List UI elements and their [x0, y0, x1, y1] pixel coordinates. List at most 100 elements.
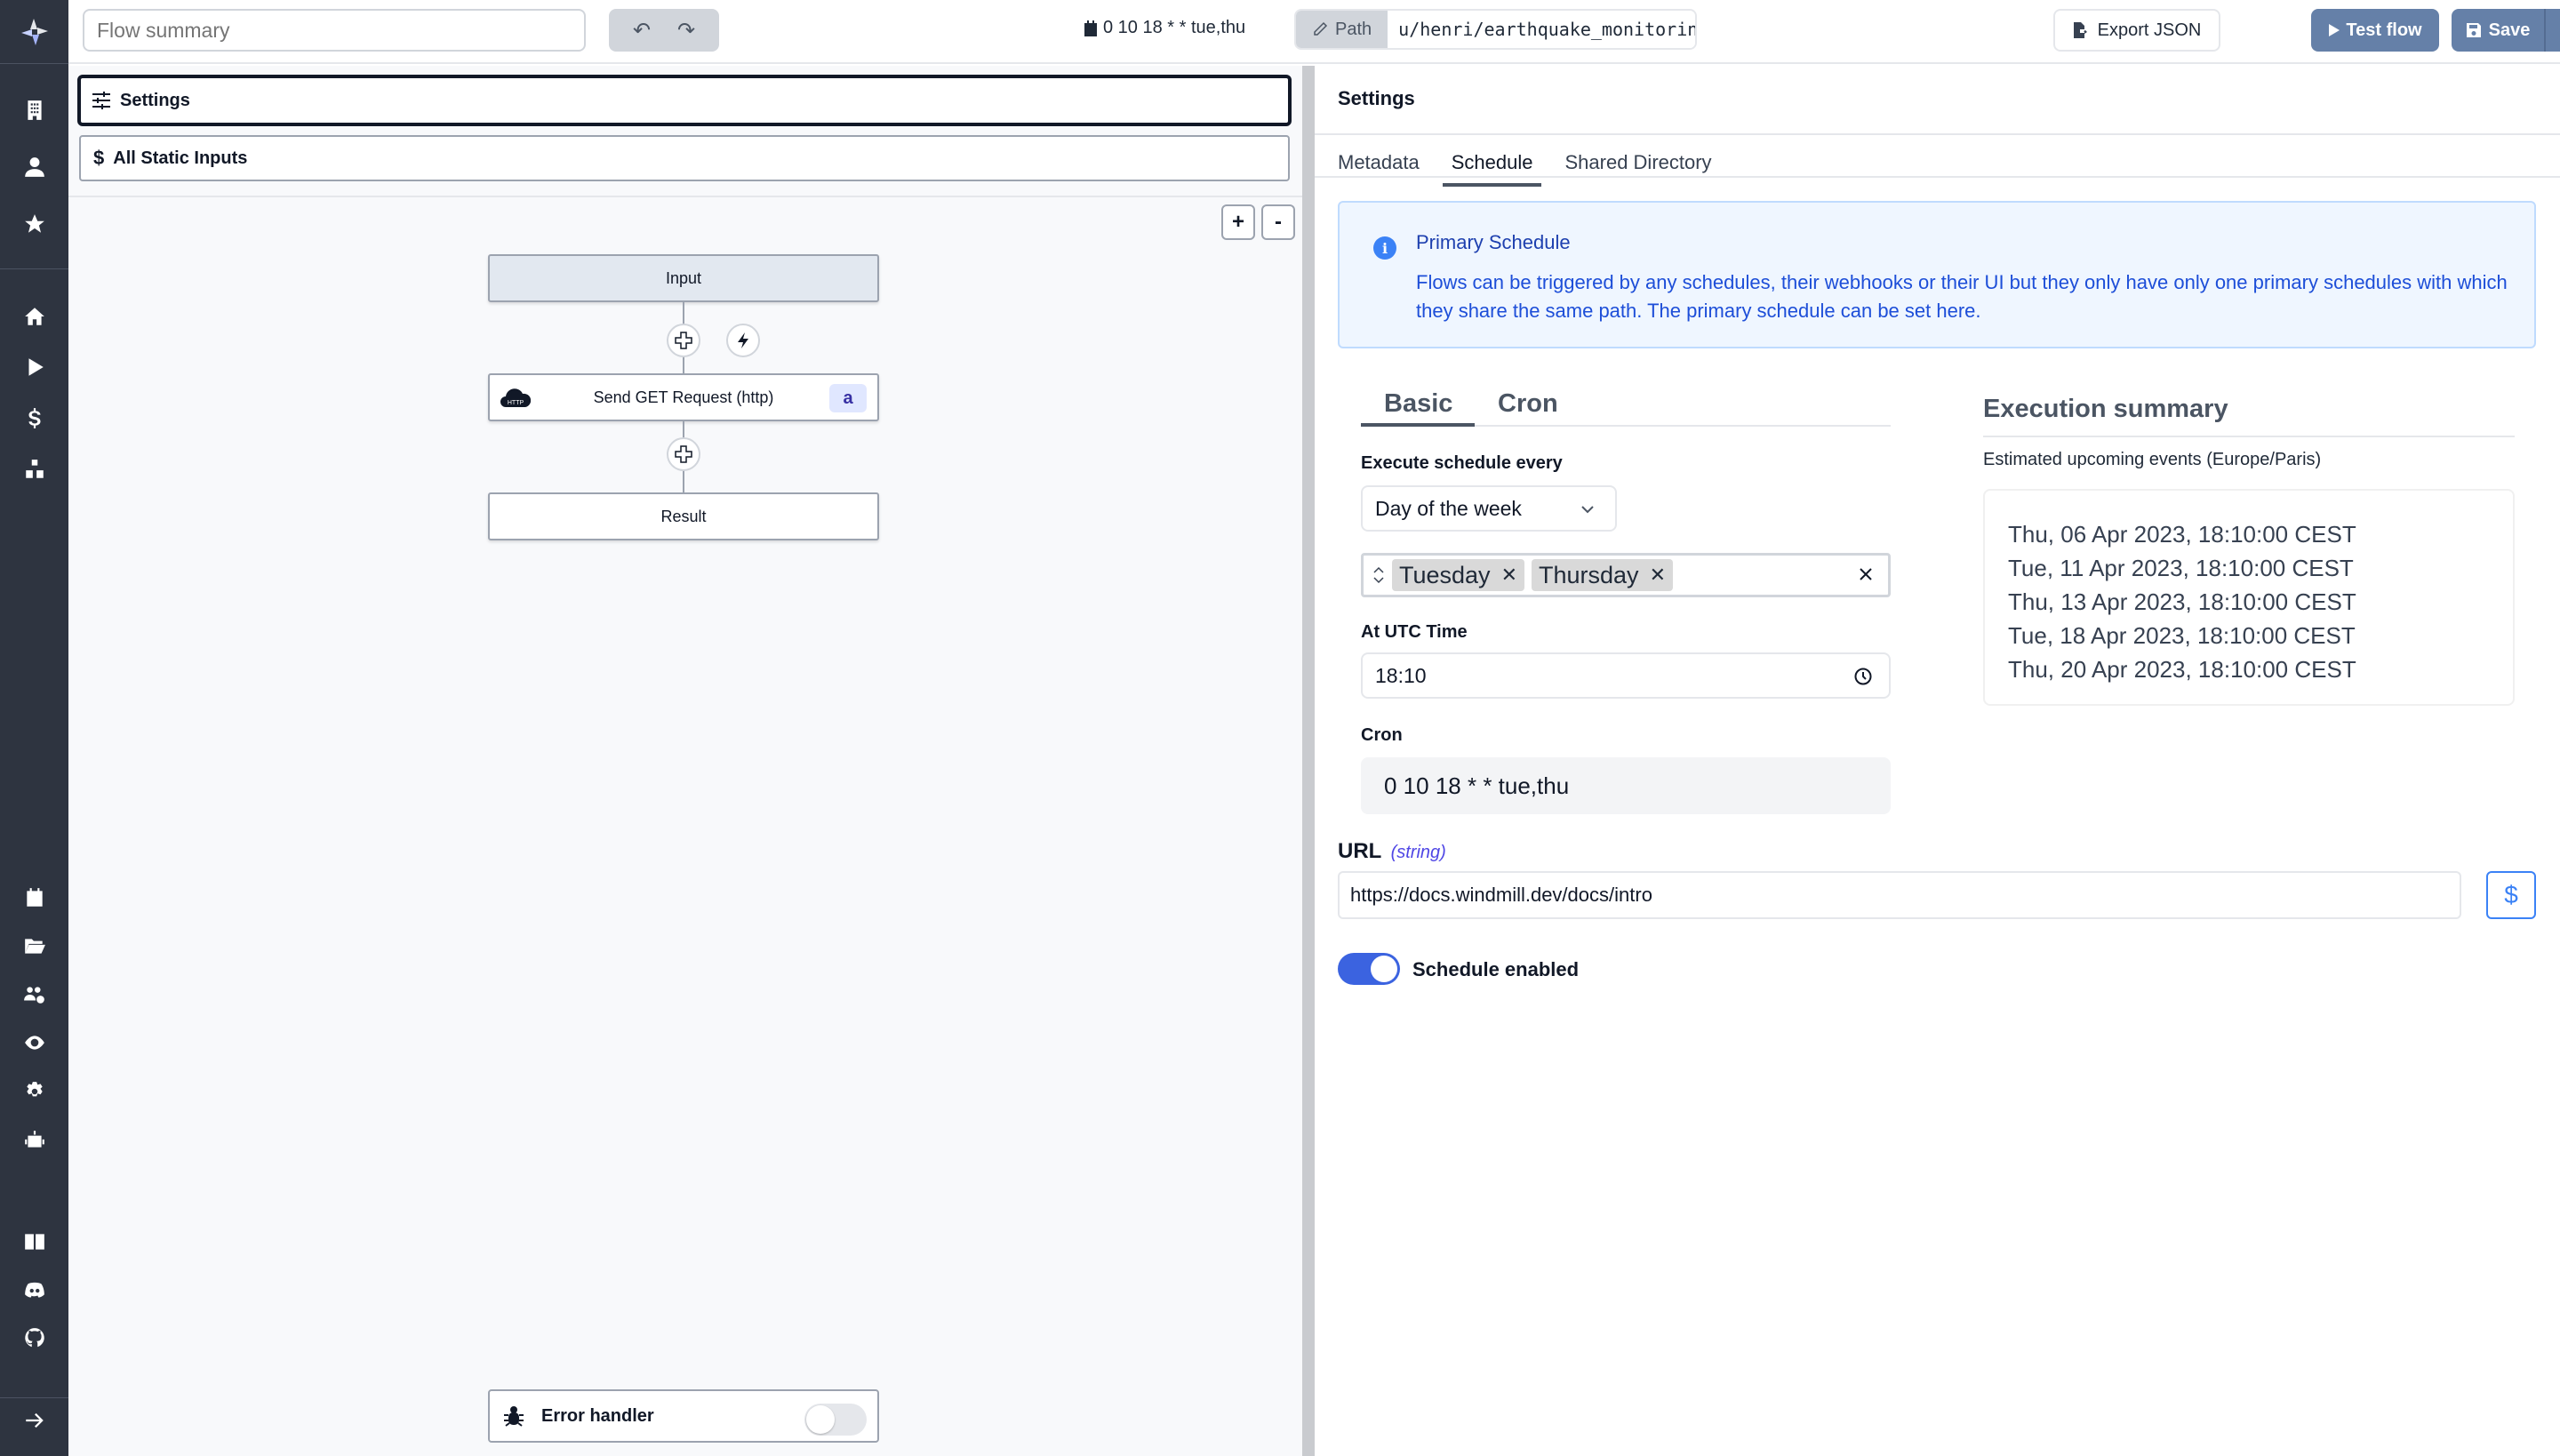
error-handler-panel: Error handler	[488, 1389, 879, 1443]
result-node[interactable]: Result	[488, 492, 879, 540]
file-export-icon	[2073, 22, 2087, 38]
zoom-out-button[interactable]: -	[1261, 204, 1295, 240]
play-icon[interactable]	[0, 348, 68, 387]
utc-time-value: 18:10	[1375, 663, 1427, 687]
cog-icon[interactable]	[0, 1072, 68, 1111]
http-cloud-icon: HTTP	[500, 388, 531, 407]
remove-chip-icon[interactable]: ✕	[1650, 564, 1666, 587]
flow-settings-label: Settings	[120, 90, 190, 110]
clear-icon[interactable]	[1856, 564, 1876, 584]
zoom-in-button[interactable]: +	[1221, 204, 1255, 240]
schedule-summary[interactable]: 0 10 18 * * tue,thu	[1084, 18, 1245, 38]
execute-every-value: Day of the week	[1375, 496, 1522, 520]
error-handler-toggle[interactable]	[804, 1404, 867, 1436]
cubes-icon[interactable]	[0, 450, 68, 489]
calendar-icon	[1084, 20, 1097, 36]
plus-icon	[675, 445, 692, 463]
chevron-down-icon	[1581, 506, 1594, 514]
svg-text:HTTP: HTTP	[508, 400, 524, 406]
dollar-icon: $	[93, 147, 105, 169]
upcoming-events-list: Thu, 06 Apr 2023, 18:10:00 CEST Tue, 11 …	[1983, 489, 2515, 706]
remove-chip-icon[interactable]: ✕	[1501, 564, 1517, 587]
star-icon[interactable]	[0, 204, 68, 244]
utc-time-input[interactable]: 18:10	[1361, 652, 1891, 699]
upcoming-event: Tue, 18 Apr 2023, 18:10:00 CEST	[2008, 622, 2356, 649]
add-step-button[interactable]	[667, 324, 700, 357]
topbar: ↶ ↷ 0 10 18 * * tue,thu Path u/henri/ear…	[68, 0, 2560, 64]
save-label: Save	[2488, 20, 2531, 40]
tab-metadata[interactable]: Metadata	[1338, 140, 1420, 187]
utc-time-label: At UTC Time	[1361, 622, 1468, 642]
export-json-button[interactable]: Export JSON	[2053, 9, 2220, 52]
divider	[1983, 436, 2515, 437]
step-id-badge: a	[829, 384, 867, 412]
users-cog-icon[interactable]	[0, 975, 68, 1014]
execute-every-select[interactable]: Day of the week	[1361, 485, 1617, 532]
chip-label: Thursday	[1539, 561, 1639, 588]
tab-schedule[interactable]: Schedule	[1442, 140, 1542, 187]
arrow-right-icon[interactable]	[0, 1401, 68, 1440]
url-label: URL (string)	[1338, 839, 1446, 864]
chip-label: Tuesday	[1399, 561, 1491, 588]
building-icon[interactable]	[0, 91, 68, 130]
upcoming-event: Thu, 20 Apr 2023, 18:10:00 CEST	[2008, 656, 2356, 683]
sliders-icon	[92, 92, 110, 109]
info-icon: i	[1373, 236, 1396, 260]
settings-panel: Settings Metadata Schedule Shared Direct…	[1315, 66, 2560, 1456]
input-node[interactable]: Input	[488, 254, 879, 302]
test-flow-button[interactable]: Test flow	[2311, 9, 2439, 52]
alert-title: Primary Schedule	[1416, 231, 1571, 253]
divider	[1315, 176, 2560, 178]
cron-label: Cron	[1361, 725, 1403, 745]
settings-tabs: Metadata Schedule Shared Directory	[1338, 140, 1744, 187]
execute-every-label: Execute schedule every	[1361, 453, 1563, 473]
discord-icon[interactable]	[0, 1270, 68, 1309]
redo-button[interactable]: ↷	[677, 18, 695, 44]
days-multiselect[interactable]: Tuesday ✕ Thursday ✕	[1361, 553, 1891, 597]
tab-cron[interactable]: Cron	[1498, 389, 1558, 419]
add-step-button[interactable]	[667, 437, 700, 471]
schedule-mode-tabs: Basic Cron	[1361, 389, 1891, 427]
eye-icon[interactable]	[0, 1023, 68, 1062]
windmill-logo-icon	[20, 18, 48, 45]
static-inputs-item[interactable]: $ All Static Inputs	[79, 135, 1290, 181]
url-type: (string)	[1390, 843, 1446, 862]
pane-splitter[interactable]	[1302, 66, 1315, 1456]
lightning-icon	[738, 332, 748, 348]
flow-settings-item[interactable]: Settings	[77, 75, 1292, 126]
url-input[interactable]: https://docs.windmill.dev/docs/intro	[1338, 871, 2461, 919]
undo-button[interactable]: ↶	[633, 18, 651, 44]
save-dropdown-button[interactable]	[2546, 9, 2560, 52]
editor-divider	[68, 196, 1302, 197]
tab-shared-directory[interactable]: Shared Directory	[1564, 140, 1711, 187]
pencil-icon	[1314, 21, 1328, 36]
upcoming-event: Tue, 11 Apr 2023, 18:10:00 CEST	[2008, 555, 2354, 581]
home-icon[interactable]	[0, 297, 68, 336]
user-icon[interactable]	[0, 148, 68, 187]
divider	[1315, 133, 2560, 135]
flow-summary-input[interactable]	[83, 9, 586, 52]
book-icon[interactable]	[0, 1222, 68, 1261]
flow-editor: Settings $ All Static Inputs + - Input H…	[68, 66, 1302, 1456]
schedule-enabled-toggle[interactable]	[1338, 953, 1400, 985]
clock-icon	[1854, 668, 1872, 685]
save-button-group: Save	[2452, 9, 2560, 52]
sidebar-divider	[0, 268, 68, 269]
undo-redo-group: ↶ ↷	[609, 9, 719, 52]
path-field[interactable]: Path u/henri/earthquake_monitorin	[1294, 9, 1698, 50]
github-icon[interactable]	[0, 1318, 68, 1357]
dollar-icon[interactable]	[0, 399, 68, 438]
save-button[interactable]: Save	[2452, 9, 2546, 52]
tab-basic[interactable]: Basic	[1384, 389, 1452, 419]
execution-summary-subtitle: Estimated upcoming events (Europe/Paris)	[1983, 450, 2322, 469]
http-step-node[interactable]: HTTP Send GET Request (http) a	[488, 373, 879, 421]
path-value[interactable]: u/henri/earthquake_monitorin	[1388, 11, 1696, 48]
calendar-icon[interactable]	[0, 878, 68, 917]
add-trigger-button[interactable]	[726, 324, 760, 357]
sidebar-divider	[0, 1397, 68, 1398]
robot-icon[interactable]	[0, 1121, 68, 1160]
dynamic-value-button[interactable]: $	[2486, 871, 2536, 919]
plus-icon	[675, 332, 692, 349]
folder-open-icon[interactable]	[0, 926, 68, 965]
windmill-logo[interactable]	[0, 0, 68, 64]
